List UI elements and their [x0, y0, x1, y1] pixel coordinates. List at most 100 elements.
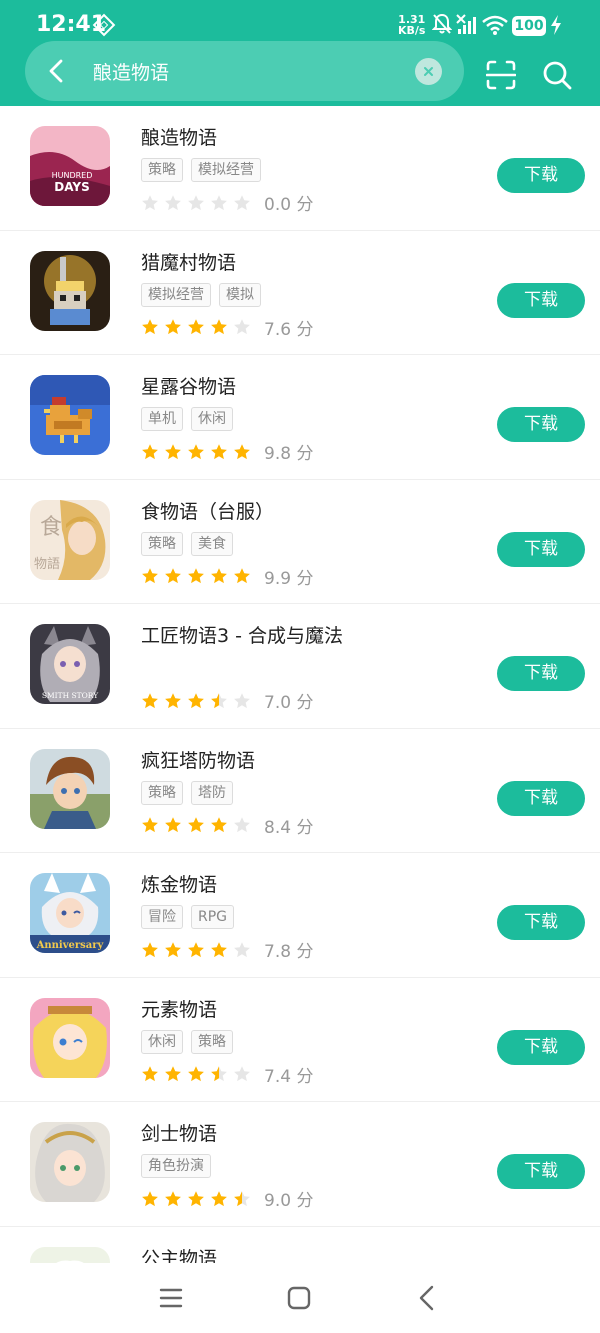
star-rating: 7.6 分	[141, 315, 313, 340]
status-bar: 12:41 1.31 KB/s 100	[0, 0, 600, 46]
download-button[interactable]: 下载	[497, 656, 585, 691]
scan-icon[interactable]	[486, 60, 516, 90]
star-icon	[188, 443, 204, 459]
app-list-item[interactable]: 星露谷物语 单机 休闲 9.8 分 下载	[0, 355, 600, 480]
app-icon-text: DAYS	[54, 180, 89, 194]
star-icon	[165, 443, 181, 459]
app-name[interactable]: 猎魔村物语	[141, 248, 236, 275]
star-icon	[142, 194, 158, 210]
app-name[interactable]: 元素物语	[141, 995, 217, 1022]
download-button[interactable]: 下载	[497, 1154, 585, 1189]
app-list-item[interactable]: Anniversary 炼金物语 冒险 RPG 7.8 分 下载	[0, 853, 600, 978]
app-list-item[interactable]: 公主物语	[0, 1227, 600, 1267]
star-icon	[211, 817, 227, 833]
download-button[interactable]: 下载	[497, 158, 585, 193]
star-rating: 0.0 分	[141, 190, 313, 215]
star-icon	[234, 443, 250, 459]
star-rating: 9.8 分	[141, 439, 313, 464]
blonde-girl-icon[interactable]	[30, 997, 110, 1078]
app-name[interactable]: 疯狂塔防物语	[141, 746, 255, 773]
app-icon-text: HUNDRED	[52, 171, 93, 180]
app-score: 8.4 分	[264, 817, 314, 838]
pixel-hero-icon[interactable]	[30, 250, 110, 331]
star-icon	[234, 692, 250, 708]
app-name[interactable]: 食物语（台服）	[141, 497, 274, 524]
star-icon	[188, 817, 204, 833]
download-button[interactable]: 下载	[497, 531, 585, 567]
star-icon	[165, 319, 181, 335]
download-button[interactable]: 下载	[497, 407, 585, 442]
star-icon	[165, 941, 181, 957]
back-icon[interactable]	[43, 57, 71, 85]
back-arrow-icon[interactable]	[414, 1283, 440, 1313]
app-tag: 塔防	[191, 780, 233, 805]
star-icon	[188, 319, 204, 335]
app-list-item[interactable]: 食 物語 食物语（台服） 策略 美食 9.9 分 下载	[0, 480, 600, 604]
star-icon	[234, 817, 250, 833]
app-name[interactable]: 星露谷物语	[141, 372, 236, 399]
hundred-days-icon[interactable]: HUNDRED DAYS	[30, 126, 110, 206]
star-icon	[234, 194, 250, 210]
app-list-item[interactable]: SMITH STORY 工匠物语3 - 合成与魔法 7.0 分 下载	[0, 604, 600, 729]
download-button[interactable]: 下载	[497, 1029, 585, 1065]
star-icon	[165, 568, 181, 584]
anime-boy-icon[interactable]	[30, 748, 110, 829]
app-score: 7.6 分	[264, 319, 314, 340]
app-tag: 策略	[141, 780, 183, 805]
star-icon	[188, 941, 204, 957]
star-icon	[211, 568, 227, 584]
star-rating: 7.8 分	[141, 937, 313, 962]
star-rating: 9.0 分	[141, 1186, 313, 1211]
download-button[interactable]: 下载	[497, 780, 585, 816]
star-icon	[234, 1190, 250, 1206]
search-input[interactable]	[93, 55, 413, 87]
star-icon	[142, 817, 158, 833]
star-icon	[188, 1190, 204, 1206]
download-button[interactable]: 下载	[497, 282, 585, 318]
search-icon[interactable]	[542, 60, 572, 90]
pixel-chicken-icon[interactable]	[30, 375, 110, 455]
app-list-item[interactable]: HUNDRED DAYS 酿造物语 策略 模拟经营 0.0 分 下载	[0, 106, 600, 231]
star-icon	[211, 941, 227, 957]
star-icon	[142, 1190, 158, 1206]
star-icon	[188, 568, 204, 584]
app-tags: 冒险 RPG	[141, 905, 235, 929]
system-nav-bar	[0, 1263, 600, 1333]
clear-search-button[interactable]	[415, 58, 442, 85]
clear-icon	[424, 67, 433, 76]
app-name[interactable]: 酿造物语	[141, 123, 217, 150]
smith-story-icon[interactable]: SMITH STORY	[30, 624, 110, 704]
app-tag: 策略	[191, 1029, 233, 1054]
app-name[interactable]: 炼金物语	[141, 870, 217, 897]
star-icon	[165, 692, 181, 708]
app-list-item[interactable]: 疯狂塔防物语 策略 塔防 8.4 分 下载	[0, 729, 600, 853]
app-tag: 策略	[141, 531, 183, 556]
app-list-item[interactable]: 元素物语 休闲 策略 7.4 分 下载	[0, 978, 600, 1102]
search-bar	[25, 41, 464, 101]
app-score: 9.0 分	[264, 1191, 314, 1211]
star-icon	[188, 1066, 204, 1082]
star-rating: 8.4 分	[141, 813, 313, 838]
app-tag: RPG	[191, 905, 235, 929]
app-list-item[interactable]: 剑士物语 角色扮演 9.0 分 下载	[0, 1102, 600, 1227]
app-name[interactable]: 剑士物语	[141, 1119, 217, 1146]
anniversary-icon[interactable]: Anniversary	[30, 873, 110, 953]
wifi-icon	[482, 15, 508, 35]
net-speed: 1.31 KB/s	[398, 14, 425, 36]
app-tag: 模拟	[219, 282, 261, 307]
anime-girl-icon[interactable]: 食 物語	[30, 499, 110, 580]
star-rating: 7.0 分	[141, 688, 313, 713]
app-name[interactable]: 工匠物语3 - 合成与魔法	[141, 621, 343, 648]
menu-icon[interactable]	[158, 1285, 184, 1311]
star-icon	[165, 194, 181, 210]
app-score: 9.9 分	[264, 568, 314, 589]
bell-off-icon	[432, 13, 452, 34]
app-list-item[interactable]: 猎魔村物语 模拟经营 模拟 7.6 分 下载	[0, 231, 600, 355]
app-tags: 模拟经营 模拟	[141, 282, 261, 307]
home-icon[interactable]	[286, 1285, 312, 1311]
white-hair-girl-icon[interactable]	[30, 1122, 110, 1202]
download-button[interactable]: 下载	[497, 905, 585, 940]
signal-icon	[456, 14, 476, 34]
charging-bolt-icon	[551, 15, 561, 35]
app-tag: 休闲	[141, 1029, 183, 1054]
